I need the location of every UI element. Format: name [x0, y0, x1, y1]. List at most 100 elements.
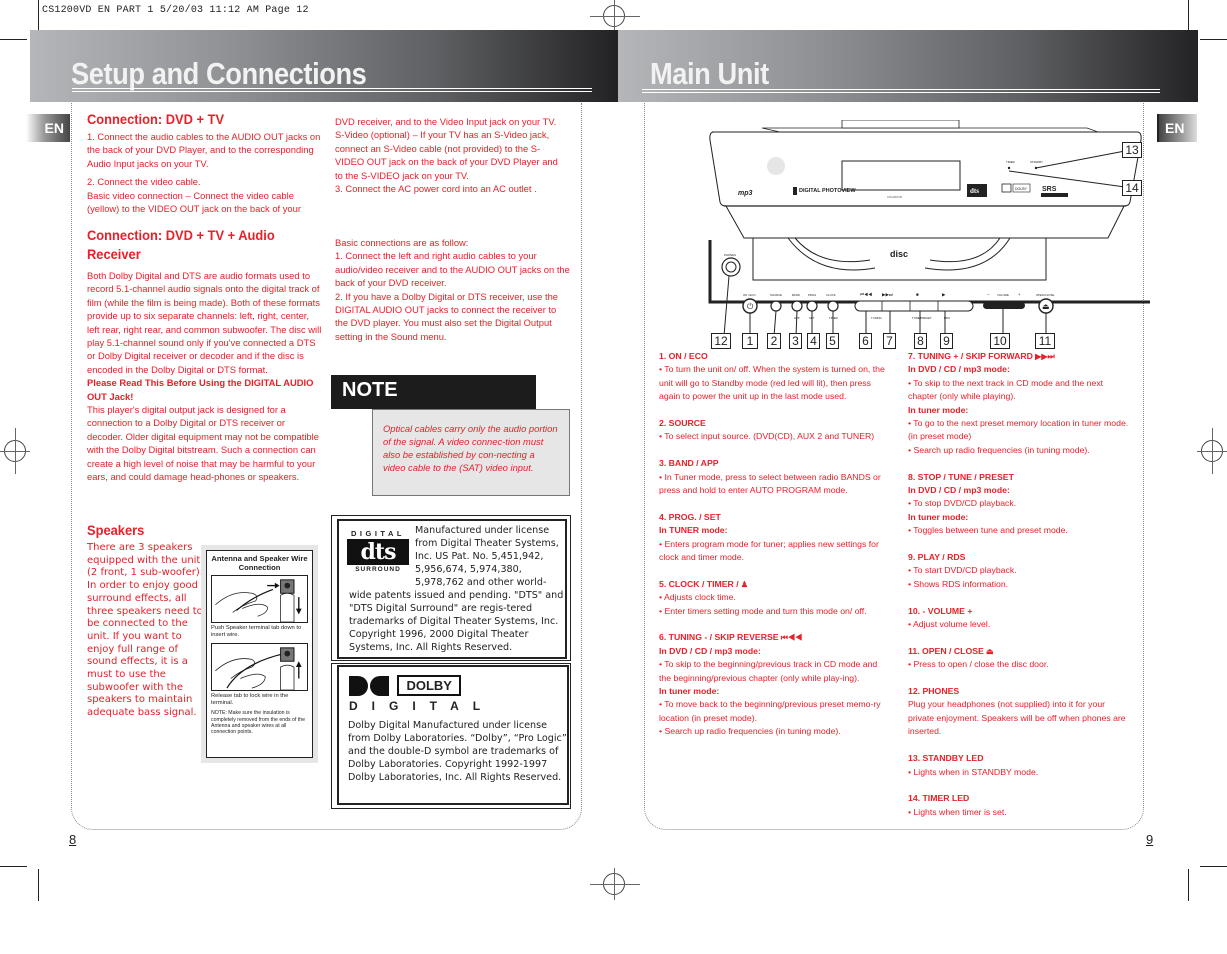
- mode-subheading: In tuner mode:: [908, 404, 969, 415]
- language-tab: EN: [26, 114, 70, 142]
- title-text: 13. STANDBY LED: [908, 753, 984, 764]
- timer-led: [1007, 166, 1011, 170]
- description-line: • To skip to the next track in CD mode a…: [908, 377, 1104, 402]
- clock-button[interactable]: [827, 300, 839, 312]
- volume-buttons[interactable]: [983, 302, 1025, 309]
- crop-mark: [38, 869, 39, 901]
- basic-step-1: 1. Connect the left and right audio cabl…: [335, 250, 570, 289]
- title-text: 9. PLAY / RDS: [908, 552, 966, 563]
- description-line: • To go to the next preset memory locati…: [908, 418, 1129, 442]
- source-button[interactable]: [770, 300, 782, 312]
- button-description-title: 2. SOURCE: [659, 417, 891, 430]
- button-description: 11. OPEN / CLOSE ⏏ • Press to open / clos…: [908, 645, 1132, 685]
- button-description-title: 6. TUNING - / SKIP REVERSE ⏮◀◀: [659, 631, 891, 644]
- callout-14: 14: [1122, 180, 1142, 196]
- description-line: • In Tuner mode, press to select between…: [659, 471, 881, 496]
- release-tab-illustration: [211, 643, 308, 692]
- button-description-title: 13. STANDBY LED: [908, 752, 1132, 765]
- callout-13: 13: [1122, 142, 1142, 158]
- description-line: • Enter timers setting mode and turn thi…: [659, 605, 867, 616]
- release-tab-caption: Release tab to lock wire in the terminal…: [211, 693, 289, 706]
- section-heading-speakers: Speakers: [87, 522, 145, 538]
- crop-mark: [1188, 0, 1189, 32]
- callout-2: 2: [767, 333, 781, 349]
- svg-text:▶: ▶: [942, 292, 946, 297]
- push-tab-caption: Push Speaker terminal tab down to insert…: [211, 625, 302, 638]
- digital-photoview-logo: DIGITAL PHOTOVIEW: [799, 188, 856, 194]
- button-description-title: 9. PLAY / RDS: [908, 551, 1132, 564]
- timer-led-label: TIMER: [1006, 160, 1015, 164]
- title-text: 4. PROG. / SET: [659, 511, 721, 522]
- step-1: 1. Connect the audio cables to the AUDIO…: [87, 131, 321, 169]
- dts-logo-top: DIGITAL: [351, 529, 405, 538]
- step-3: 3. Connect the AC power cord into an AC …: [335, 183, 537, 195]
- eject-icon: ⏏: [983, 646, 994, 656]
- audio-receiver-text: Both Dolby Digital and DTS are audio for…: [87, 269, 322, 484]
- crop-mark: [0, 39, 27, 40]
- svg-text:⏮◀◀: ⏮◀◀: [860, 292, 872, 297]
- page-header-banner: Setup and Connections: [30, 30, 614, 102]
- page-number: 9: [1146, 832, 1154, 847]
- button-descriptions-col-2: 7. TUNING + / SKIP FORWARD ▶▶⏭ In DVD / C…: [908, 350, 1132, 819]
- skip-forward-icon: ▶▶⏭: [1032, 352, 1055, 361]
- callout-4: 4: [807, 333, 820, 349]
- dts-logo: DIGITAL dts SURROUND: [347, 529, 409, 573]
- description-line: • Lights when timer is set.: [908, 806, 1007, 817]
- wire-note: NOTE: Make sure the insulation is comple…: [211, 710, 305, 735]
- callout-7: 7: [883, 333, 896, 349]
- description-line: • To start DVD/CD playback.: [908, 565, 1017, 576]
- svg-text:⏏: ⏏: [1042, 302, 1050, 311]
- svideo-text: S-Video (optional) – If your TV has an S…: [335, 129, 558, 181]
- svg-text:−: −: [987, 292, 990, 297]
- step-2-title: 2. Connect the video cable.: [87, 176, 201, 188]
- title-underline: [72, 88, 592, 92]
- push-tab-illustration: [211, 575, 308, 623]
- button-description-title: 11. OPEN / CLOSE ⏏: [908, 645, 1132, 658]
- dolby-logo: DOLBY DIGITAL: [349, 675, 494, 713]
- mp3-logo: mp3: [738, 190, 753, 197]
- description-line: • Adjust volume level.: [908, 619, 991, 630]
- phones-label: PHONES: [724, 253, 736, 257]
- description-line: • Press to open / close the disc door.: [908, 659, 1049, 670]
- on-eco-label: ON / ECO: [743, 293, 756, 297]
- dts-badge-text: dts: [970, 187, 979, 195]
- open-close-label: OPEN/CLOSE: [1036, 293, 1054, 297]
- callout-5: 5: [826, 333, 839, 349]
- transport-buttons[interactable]: [854, 300, 974, 312]
- callout-12: 12: [711, 333, 731, 349]
- description-line: • Adjusts clock time.: [659, 592, 736, 603]
- title-text: 8. STOP / TUNE / PRESET: [908, 471, 1014, 482]
- crop-mark: [38, 0, 39, 32]
- dolby-license-box: DOLBY DIGITAL Dolby Digital Manufactured…: [337, 665, 569, 805]
- section-heading-dvd-tv: Connection: DVD + TV: [87, 111, 225, 127]
- dvd-tv-instructions-continued: DVD receiver, and to the Video Input jac…: [335, 115, 567, 195]
- crop-mark: [1200, 866, 1227, 867]
- heading-line-1: Connection: DVD + TV + Audio: [87, 227, 275, 243]
- callout-1: 1: [742, 333, 758, 349]
- mode-subheading: In DVD / CD / mp3 mode:: [908, 364, 1010, 375]
- band-button[interactable]: [791, 300, 803, 312]
- clock-label: CLOCK: [826, 293, 836, 297]
- heading-line-2: Receiver: [87, 246, 141, 262]
- button-description-title: 10. - VOLUME +: [908, 605, 1132, 618]
- callout-3: 3: [789, 333, 802, 349]
- tuning-label: TUNING: [871, 316, 882, 320]
- crop-mark: [1200, 39, 1227, 40]
- button-description-title: 8. STOP / TUNE / PRESET: [908, 471, 1132, 484]
- button-description-title: 14. TIMER LED: [908, 792, 1132, 805]
- language-tab: EN: [1157, 114, 1197, 142]
- callout-11: 11: [1035, 333, 1055, 349]
- title-text: 7. TUNING + / SKIP FORWARD: [908, 351, 1033, 361]
- svg-text:⏻: ⏻: [747, 302, 754, 311]
- double-d-icon: [349, 675, 389, 696]
- svg-text:▶▶⏭: ▶▶⏭: [882, 292, 893, 297]
- dolby-license-text: Dolby Digital Manufactured under license…: [348, 720, 567, 784]
- prog-button[interactable]: [806, 300, 818, 312]
- page-header-banner: Main Unit: [614, 30, 1198, 102]
- title-text: 14. TIMER LED: [908, 793, 970, 804]
- callout-6: 6: [859, 333, 872, 349]
- button-description: 1. ON / ECO • To turn the unit on/ off. W…: [659, 350, 891, 417]
- button-description-title: 3. BAND / APP: [659, 457, 891, 470]
- button-description: 9. PLAY / RDS • To start DVD/CD playback.…: [908, 551, 1132, 605]
- warning-title: Please Read This Before Using the DIGITA…: [87, 377, 314, 402]
